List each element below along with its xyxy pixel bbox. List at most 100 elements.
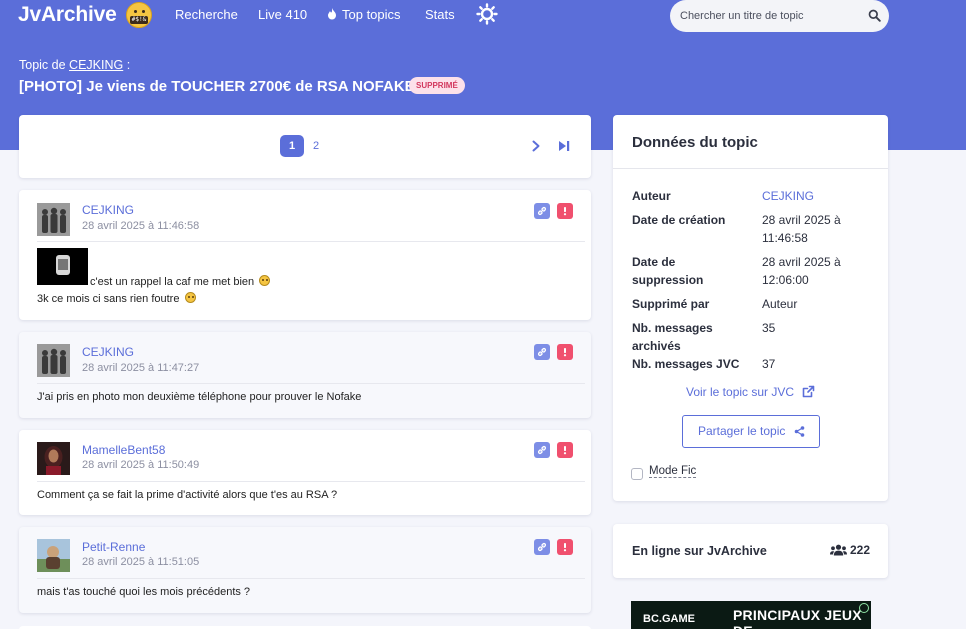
info-key-created: Date de création (632, 213, 726, 227)
flame-icon (328, 8, 336, 20)
info-value-created: 28 avril 2025 à 11:46:58 (762, 213, 841, 245)
info-value-author[interactable]: CEJKING (762, 187, 814, 205)
post-divider (37, 578, 585, 579)
logo-emoji-text: #$!& (130, 16, 148, 24)
post-card: CEJKING 28 avril 2025 à 11:46:58 c'est u… (19, 190, 591, 320)
permalink-button[interactable] (534, 203, 550, 219)
post-date: 28 avril 2025 à 11:46:58 (82, 220, 200, 232)
info-value-jvc-count: 37 (762, 357, 776, 371)
page-button-1[interactable]: 1 (280, 135, 304, 157)
sidebar-divider (613, 168, 888, 169)
report-button[interactable] (557, 344, 573, 360)
post-date: 28 avril 2025 à 11:51:05 (82, 556, 200, 568)
avatar[interactable] (37, 539, 70, 572)
ad-banner[interactable]: BC.GAME PRINCIPAUX JEUX DE (631, 601, 871, 629)
share-icon (794, 426, 805, 437)
post-text: J'ai pris en photo mon deuxième téléphon… (37, 391, 362, 403)
post-author[interactable]: MamelleBent58 (82, 443, 165, 457)
share-topic-button[interactable]: Partager le topic (682, 415, 820, 448)
topic-author-link[interactable]: CEJKING (69, 58, 123, 72)
view-on-jvc-link[interactable]: Voir le topic sur JVC (686, 385, 815, 399)
post-text-line: 3k ce mois ci sans rien foutre (37, 292, 196, 305)
avatar[interactable] (37, 344, 70, 377)
external-link-icon (803, 385, 815, 398)
users-icon (830, 544, 847, 556)
sidebar-title: Données du topic (632, 134, 758, 151)
post-card: CEJKING 28 avril 2025 à 11:47:27 J'ai pr… (19, 332, 591, 418)
nav-top-topics-label: Top topics (342, 7, 401, 22)
nav-recherche[interactable]: Recherche (175, 7, 238, 22)
theme-toggle-sun-icon[interactable] (476, 3, 498, 25)
share-topic-label: Partager le topic (698, 424, 786, 438)
post-text: 3k ce mois ci sans rien foutre (37, 293, 180, 305)
permalink-button[interactable] (534, 344, 550, 360)
mode-fic-label[interactable]: Mode Fic (649, 465, 697, 478)
topic-of-label: Topic de (19, 58, 66, 72)
post-image[interactable] (37, 248, 88, 285)
ad-brand: BC.GAME (643, 613, 695, 625)
info-value-deleted-by: Auteur (762, 297, 798, 311)
info-key-archived-count: Nb. messages archivés (632, 321, 713, 353)
page-button-2[interactable]: 2 (304, 135, 328, 157)
post-text: Comment ça se fait la prime d'activité a… (37, 489, 338, 501)
exclamation-icon (563, 348, 567, 357)
permalink-button[interactable] (534, 539, 550, 555)
site-logo[interactable]: JvArchive (18, 3, 117, 27)
page-title: [PHOTO] Je viens de TOUCHER 2700€ de RSA… (19, 78, 415, 95)
post-divider (37, 383, 585, 384)
search-icon[interactable] (868, 9, 881, 22)
post-divider (37, 241, 585, 242)
info-key-author: Auteur (632, 189, 671, 203)
status-badge: SUPPRIMÉ (409, 77, 465, 94)
exclamation-icon (563, 543, 567, 552)
exclamation-icon (563, 446, 567, 455)
nav-live-410[interactable]: Live 410 (258, 7, 307, 22)
view-on-jvc-label: Voir le topic sur JVC (686, 385, 795, 399)
post-divider (37, 481, 585, 482)
last-page-icon[interactable] (557, 139, 571, 153)
report-button[interactable] (557, 203, 573, 219)
ad-info-icon[interactable] (859, 603, 869, 613)
online-label: En ligne sur JvArchive (632, 544, 767, 558)
nav-top-topics[interactable]: Top topics (327, 7, 401, 22)
link-icon (537, 206, 547, 216)
ad-text: PRINCIPAUX JEUX DE (733, 607, 862, 629)
report-button[interactable] (557, 539, 573, 555)
link-icon (537, 347, 547, 357)
post-card: Petit-Renne 28 avril 2025 à 11:51:05 mai… (19, 527, 591, 613)
post-author[interactable]: CEJKING (82, 203, 134, 217)
post-text-line: c'est un rappel la caf me met bien (90, 275, 271, 288)
post-text: mais t'as touché quoi les mois précédent… (37, 586, 251, 598)
topic-author-suffix: : (126, 58, 131, 72)
exclamation-icon (563, 207, 567, 216)
avatar[interactable] (37, 203, 70, 236)
info-key-deleted-by: Supprimé par (632, 297, 710, 311)
online-users-card: En ligne sur JvArchive 222 (613, 524, 888, 578)
search-input[interactable] (670, 0, 860, 32)
smiley-icon (184, 292, 196, 303)
info-key-deleted: Date de suppression (632, 255, 704, 287)
avatar[interactable] (37, 442, 70, 475)
report-button[interactable] (557, 442, 573, 458)
search-bar (670, 0, 889, 32)
post-author[interactable]: Petit-Renne (82, 540, 145, 554)
topic-author-line: Topic de CEJKING : (19, 58, 130, 72)
link-icon (537, 542, 547, 552)
mode-fic-checkbox[interactable] (631, 468, 643, 480)
permalink-button[interactable] (534, 442, 550, 458)
logo-emoji-icon: #$!& (126, 2, 152, 28)
info-value-archived-count: 35 (762, 321, 776, 335)
post-date: 28 avril 2025 à 11:50:49 (82, 459, 200, 471)
next-page-icon[interactable] (529, 139, 543, 153)
nav-stats[interactable]: Stats (425, 7, 455, 22)
top-nav: JvArchive #$!& Recherche Live 410 Top to… (0, 0, 966, 32)
topic-data-card: Données du topic Auteur CEJKING Date de … (613, 115, 888, 501)
info-key-jvc-count: Nb. messages JVC (632, 357, 740, 371)
post-author[interactable]: CEJKING (82, 345, 134, 359)
smiley-icon (259, 275, 271, 286)
post-card: MamelleBent58 28 avril 2025 à 11:50:49 C… (19, 430, 591, 515)
online-count: 222 (850, 543, 871, 557)
link-icon (537, 445, 547, 455)
post-text: c'est un rappel la caf me met bien (90, 276, 255, 288)
post-date: 28 avril 2025 à 11:47:27 (82, 362, 200, 374)
